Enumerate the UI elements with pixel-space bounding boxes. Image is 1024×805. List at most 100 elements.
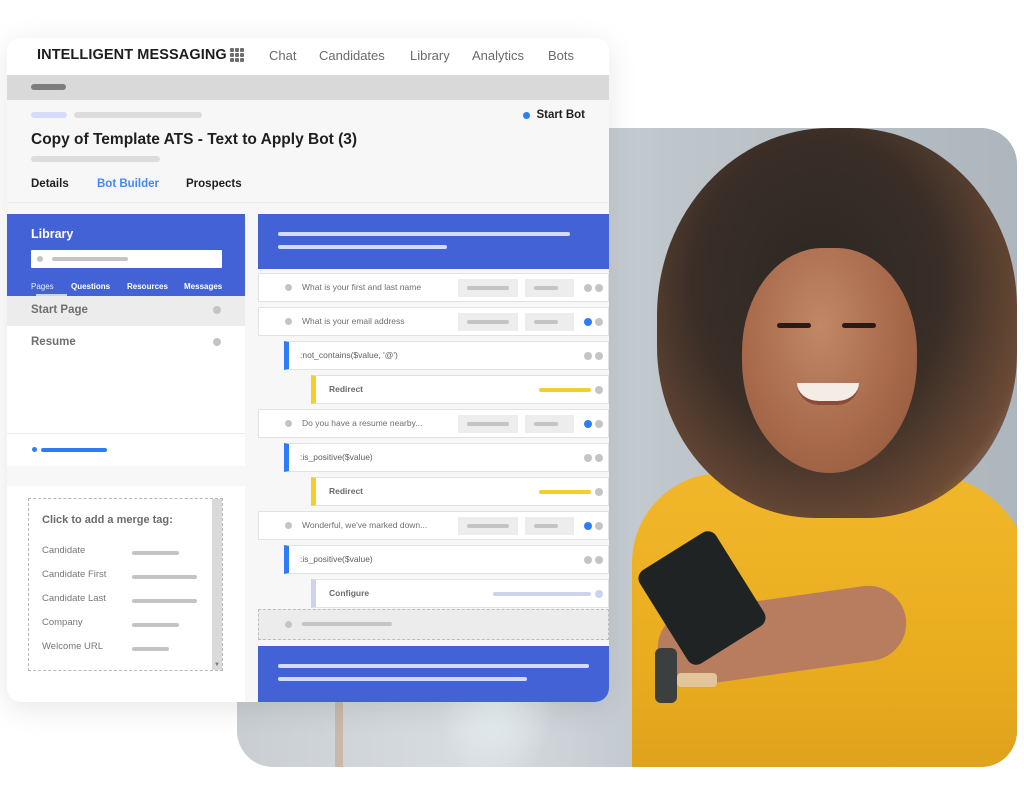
field-placeholder[interactable] [525, 517, 574, 535]
action-target-bar [539, 490, 591, 494]
configure-action-node[interactable]: Configure [311, 579, 609, 608]
drag-handle-icon[interactable] [285, 420, 292, 427]
tab-bot-builder[interactable]: Bot Builder [97, 178, 159, 190]
library-tab-questions[interactable]: Questions [71, 282, 110, 291]
menu-dot-icon[interactable] [595, 352, 603, 360]
merge-tag-value [132, 575, 197, 579]
toggle-dot-icon[interactable] [584, 454, 592, 462]
menu-dot-icon[interactable] [595, 284, 603, 292]
library-tab-messages[interactable]: Messages [184, 282, 222, 291]
add-icon [285, 621, 292, 628]
merge-tag-candidate[interactable]: Candidate [42, 545, 85, 556]
subtitle-placeholder [31, 156, 160, 162]
library-search-input[interactable] [31, 250, 222, 268]
question-node[interactable]: Wonderful, we've marked down... [258, 511, 609, 540]
toggle-dot-icon[interactable] [584, 556, 592, 564]
toggle-dot-icon[interactable] [584, 352, 592, 360]
library-item-start-page[interactable]: Start Page [7, 296, 245, 326]
top-navigation: INTELLIGENT MESSAGING Chat Candidates Li… [7, 38, 609, 75]
action-text: Configure [329, 588, 370, 598]
menu-dot-icon[interactable] [595, 318, 603, 326]
drag-handle-icon[interactable] [285, 522, 292, 529]
library-tab-pages[interactable]: Pages [31, 282, 54, 291]
add-page-icon[interactable] [32, 447, 37, 452]
nav-analytics[interactable]: Analytics [472, 48, 524, 63]
question-text: Do you have a resume nearby... [302, 418, 423, 428]
merge-tag-welcome-url[interactable]: Welcome URL [42, 641, 103, 652]
watch-strap [677, 673, 717, 687]
item-status-icon [213, 306, 221, 314]
merge-tag-value [132, 551, 179, 555]
condition-node[interactable]: :is_positive($value) [284, 545, 609, 574]
menu-dot-icon[interactable] [595, 454, 603, 462]
nav-library[interactable]: Library [410, 48, 450, 63]
active-toggle-icon[interactable] [584, 318, 592, 326]
redirect-action-node[interactable]: Redirect [311, 477, 609, 506]
apps-grid-icon[interactable] [230, 48, 244, 62]
search-icon [37, 256, 43, 262]
toggle-dot-icon[interactable] [584, 284, 592, 292]
field-placeholder[interactable] [458, 313, 518, 331]
field-placeholder[interactable] [458, 517, 518, 535]
menu-dot-icon[interactable] [595, 488, 603, 496]
merge-tag-value [132, 623, 179, 627]
field-placeholder[interactable] [458, 279, 518, 297]
builder-footer [258, 646, 609, 702]
question-node[interactable]: Do you have a resume nearby... [258, 409, 609, 438]
field-placeholder[interactable] [525, 279, 574, 297]
menu-dot-icon[interactable] [595, 590, 603, 598]
app-window: INTELLIGENT MESSAGING Chat Candidates Li… [7, 38, 609, 702]
divider [7, 433, 245, 434]
library-item-label: Start Page [31, 304, 88, 316]
question-text: What is your first and last name [302, 282, 422, 292]
condition-node[interactable]: :not_contains($value, '@') [284, 341, 609, 370]
start-bot-button[interactable]: Start Bot [523, 109, 585, 121]
question-node[interactable]: What is your email address [258, 307, 609, 336]
smiling-face [742, 248, 917, 473]
tab-prospects[interactable]: Prospects [186, 178, 242, 190]
menu-dot-icon[interactable] [595, 420, 603, 428]
field-placeholder[interactable] [525, 313, 574, 331]
nav-candidates[interactable]: Candidates [319, 48, 385, 63]
menu-dot-icon[interactable] [595, 522, 603, 530]
redirect-action-node[interactable]: Redirect [311, 375, 609, 404]
question-node[interactable]: What is your first and last name [258, 273, 609, 302]
drag-handle-icon[interactable] [285, 318, 292, 325]
condition-node[interactable]: :is_positive($value) [284, 443, 609, 472]
smartwatch [655, 648, 677, 703]
question-text: Wonderful, we've marked down... [302, 520, 428, 530]
active-toggle-icon[interactable] [584, 420, 592, 428]
nav-bots[interactable]: Bots [548, 48, 574, 63]
merge-tag-candidate-first[interactable]: Candidate First [42, 569, 106, 580]
tab-details[interactable]: Details [31, 178, 69, 190]
library-header: Library Pages Questions Resources Messag… [7, 214, 245, 296]
item-status-icon [213, 338, 221, 346]
nav-chat[interactable]: Chat [269, 48, 296, 63]
add-node-dropzone[interactable] [258, 609, 609, 640]
scroll-down-icon[interactable]: ▼ [214, 662, 220, 668]
field-placeholder[interactable] [458, 415, 518, 433]
menu-dot-icon[interactable] [595, 386, 603, 394]
library-title: Library [31, 227, 74, 241]
active-toggle-icon[interactable] [584, 522, 592, 530]
footer-line [278, 664, 589, 668]
brand-logo: INTELLIGENT MESSAGING [37, 47, 227, 63]
condition-text: :is_positive($value) [300, 554, 373, 564]
merge-tag-company[interactable]: Company [42, 617, 83, 628]
field-placeholder[interactable] [525, 415, 574, 433]
action-target-bar [539, 388, 591, 392]
merge-tag-candidate-last[interactable]: Candidate Last [42, 593, 106, 604]
scrollbar[interactable]: ▼ [212, 499, 222, 670]
back-placeholder[interactable] [31, 84, 66, 90]
library-item-resume[interactable]: Resume [7, 328, 245, 358]
breadcrumb-placeholder [31, 112, 67, 118]
menu-dot-icon[interactable] [595, 556, 603, 564]
action-target-bar [493, 592, 591, 596]
sub-toolbar [7, 75, 609, 100]
add-page-link[interactable] [41, 448, 107, 452]
eye-left [777, 323, 811, 328]
status-dot-icon [523, 111, 531, 119]
drag-handle-icon[interactable] [285, 284, 292, 291]
breadcrumb-placeholder [74, 112, 202, 118]
library-tab-resources[interactable]: Resources [127, 282, 168, 291]
